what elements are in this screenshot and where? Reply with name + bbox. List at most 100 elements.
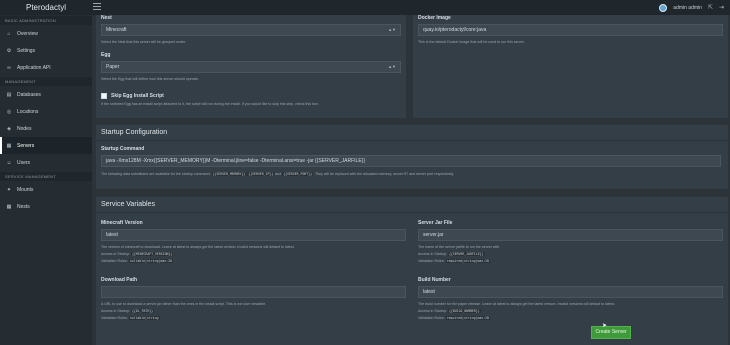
chevron-down-icon: ▲▼ — [388, 64, 396, 69]
chevron-down-icon: ▲▼ — [388, 27, 396, 32]
sidebar-item-nodes[interactable]: ◈ Nodes — [0, 120, 92, 137]
dl-path-input[interactable] — [101, 286, 406, 298]
access-code: {{MINECRAFT_VERSION}} — [130, 252, 174, 256]
startup-title: Startup Configuration — [96, 125, 728, 141]
mc-version-input[interactable]: latest — [101, 229, 406, 241]
build-number-input[interactable]: latest — [418, 286, 723, 298]
sidebar-item-label: Application API — [17, 64, 51, 71]
sidebar-item-label: Nodes — [17, 125, 32, 132]
rules-label: Validation Rules: — [101, 316, 128, 320]
service-variables-panel: Service Variables Minecraft Version late… — [96, 197, 728, 345]
sidebar-item-label: Databases — [17, 91, 41, 98]
sidebar-item-servers[interactable]: ▦ Servers — [0, 137, 92, 154]
dl-path-help: A URL to use to download a server.jar ra… — [101, 302, 267, 306]
startup-command-input[interactable]: java -Xms128M -Xmx{{SERVER_MEMORY}}M -Dt… — [101, 155, 721, 167]
startup-command-label: Startup Command — [101, 146, 145, 152]
nest-select-value: Minecraft — [106, 27, 127, 33]
nest-egg-panel: Nest Minecraft ▲▼ Select the Nest that t… — [96, 15, 406, 118]
rules-code: required|string|max:20 — [445, 316, 490, 320]
startup-help-and: and — [275, 172, 282, 176]
docker-help: This is the default Docker image that wi… — [418, 40, 525, 44]
create-server-button[interactable]: Create Server — [591, 326, 631, 339]
startup-help-pre: The following data substitutes are avail… — [101, 172, 211, 176]
globe-icon: ◎ — [6, 108, 12, 115]
sidebar-item-mounts[interactable]: ✦ Mounts — [0, 181, 92, 198]
server-icon: ▦ — [6, 142, 12, 149]
main-content: Nest Minecraft ▲▼ Select the Nest that t… — [92, 15, 730, 345]
rules-code: nullable|string|max:20 — [128, 259, 173, 263]
link-icon: ∞ — [7, 64, 11, 71]
access-label: Access in Startup: — [418, 309, 447, 313]
startup-help: The following data substitutes are avail… — [101, 172, 454, 176]
rules-code: required|string|max:20 — [445, 259, 490, 263]
sidebar: BASIC ADMINISTRATION ⌂ Overview ⚙ Settings ∞ A… — [0, 15, 92, 345]
mouse-cursor-icon: ➤ — [602, 323, 608, 329]
skip-script-checkbox[interactable] — [101, 93, 107, 99]
magic-icon: ✦ — [6, 186, 12, 193]
sidebar-section-header: MANAGEMENT — [0, 77, 92, 86]
sidebar-item-users[interactable]: ☺ Users — [0, 154, 92, 171]
sidebar-item-label: Servers — [17, 142, 35, 149]
brand-logo[interactable]: Pterodactyl — [0, 0, 92, 15]
sidebar-item-locations[interactable]: ◎ Locations — [0, 103, 92, 120]
sidebar-item-application-api[interactable]: ∞ Application API — [0, 59, 92, 76]
access-label: Access in Startup: — [101, 252, 130, 256]
access-label: Access in Startup: — [418, 252, 447, 256]
sitemap-icon: ◈ — [7, 125, 11, 132]
dl-path-rules: Validation Rules: nullable|string — [101, 316, 160, 320]
rules-label: Validation Rules: — [101, 259, 128, 263]
mc-version-label: Minecraft Version — [101, 220, 143, 226]
rules-label: Validation Rules: — [418, 259, 445, 263]
access-code: {{DL_PATH}} — [130, 309, 155, 313]
nest-select[interactable]: Minecraft ▲▼ — [101, 24, 401, 36]
users-icon: ☺ — [6, 159, 12, 166]
sidebar-section-header: SERVICE MANAGEMENT — [0, 172, 92, 181]
menu-icon[interactable] — [93, 3, 101, 11]
build-number-rules: Validation Rules: required|string|max:20 — [418, 316, 490, 320]
jar-file-input[interactable]: server.jar — [418, 229, 723, 241]
sidebar-item-databases[interactable]: ▤ Databases — [0, 86, 92, 103]
nest-help: Select the Nest that this server will be… — [101, 40, 187, 44]
access-code: {{SERVER_JARFILE}} — [447, 252, 485, 256]
rules-label: Validation Rules: — [418, 316, 445, 320]
service-variables-title: Service Variables — [96, 197, 728, 213]
mc-version-access: Access in Startup: {{MINECRAFT_VERSION}} — [101, 252, 174, 256]
dl-path-access: Access in Startup: {{DL_PATH}} — [101, 309, 155, 313]
jar-file-access: Access in Startup: {{SERVER_JARFILE}} — [418, 252, 485, 256]
skip-script-label[interactable]: Skip Egg Install Script — [111, 93, 164, 99]
build-number-help: The build number for the paper release. … — [418, 302, 615, 306]
sidebar-item-label: Mounts — [17, 186, 34, 193]
egg-help: Select the Egg that will define how this… — [101, 77, 200, 81]
access-code: {{BUILD_NUMBER}} — [447, 309, 481, 313]
docker-label: Docker Image — [418, 15, 451, 21]
mc-version-rules: Validation Rules: nullable|string|max:20 — [101, 259, 173, 263]
docker-image-input[interactable]: quay.io/pterodactyl/core:java — [418, 24, 723, 36]
sidebar-item-label: Overview — [17, 30, 38, 37]
access-label: Access in Startup: — [101, 309, 130, 313]
logout-icon[interactable]: ⇥ — [719, 5, 724, 11]
user-avatar-icon[interactable] — [659, 3, 668, 12]
sidebar-item-overview[interactable]: ⌂ Overview — [0, 25, 92, 42]
egg-label: Egg — [101, 52, 111, 58]
jar-file-label: Server Jar File — [418, 220, 453, 226]
th-large-icon: ▦ — [6, 203, 12, 210]
docker-panel: Docker Image quay.io/pterodactyl/core:ja… — [413, 15, 728, 118]
jar-file-help: The name of the server jarfile to run th… — [418, 245, 501, 249]
sidebar-section-header: BASIC ADMINISTRATION — [0, 16, 92, 25]
jar-file-rules: Validation Rules: required|string|max:20 — [418, 259, 490, 263]
egg-select-value: Paper — [106, 64, 120, 70]
sidebar-item-label: Nests — [17, 203, 30, 210]
sidebar-item-settings[interactable]: ⚙ Settings — [0, 42, 92, 59]
exit-icon[interactable]: ⇱ — [708, 5, 713, 11]
startup-panel: Startup Configuration Startup Command ja… — [96, 125, 728, 189]
user-area: admin admin ⇱ ⇥ — [659, 0, 724, 15]
egg-select[interactable]: Paper ▲▼ — [101, 61, 401, 73]
top-header: Pterodactyl admin admin ⇱ ⇥ — [0, 0, 730, 15]
skip-script-help: If the selected Egg has an install scrip… — [101, 102, 319, 106]
user-name[interactable]: admin admin — [673, 5, 702, 11]
sidebar-item-label: Settings — [17, 47, 36, 54]
startup-code-port: {{SERVER_PORT}} — [282, 172, 314, 176]
build-number-access: Access in Startup: {{BUILD_NUMBER}} — [418, 309, 481, 313]
build-number-label: Build Number — [418, 277, 451, 283]
sidebar-item-nests[interactable]: ▦ Nests — [0, 198, 92, 215]
